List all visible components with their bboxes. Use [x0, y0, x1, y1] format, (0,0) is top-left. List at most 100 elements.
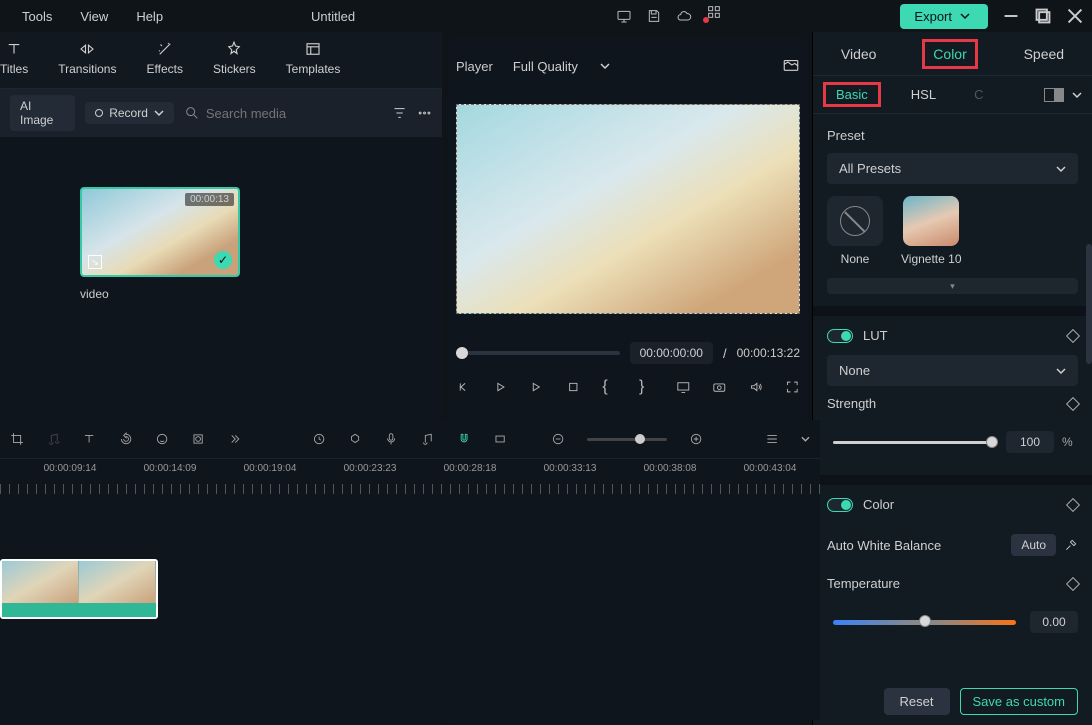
- mark-in-icon[interactable]: {: [602, 378, 617, 396]
- mark-out-icon[interactable]: }: [639, 378, 654, 396]
- temperature-slider[interactable]: [833, 620, 1016, 625]
- temperature-thumb[interactable]: [919, 615, 931, 627]
- record-button[interactable]: Record: [85, 102, 174, 124]
- tab-effects[interactable]: Effects: [146, 40, 182, 80]
- expand-presets[interactable]: ▾: [827, 278, 1078, 294]
- chevron-down-icon[interactable]: [801, 434, 810, 444]
- zoom-thumb[interactable]: [635, 434, 645, 444]
- filter-icon[interactable]: [392, 105, 407, 121]
- cloud-icon[interactable]: [676, 8, 692, 24]
- mic-icon[interactable]: [384, 431, 398, 447]
- temperature-label: Temperature: [827, 576, 900, 591]
- strength-slider[interactable]: [833, 441, 992, 444]
- eyedropper-icon[interactable]: [1064, 538, 1078, 552]
- preview-viewport[interactable]: [456, 104, 800, 314]
- display-icon[interactable]: [676, 378, 691, 396]
- color-toggle[interactable]: [827, 498, 853, 512]
- frame-icon[interactable]: [493, 431, 507, 447]
- rotate-icon[interactable]: [119, 431, 133, 447]
- tab-titles[interactable]: Titles: [0, 40, 28, 80]
- speed-icon[interactable]: [312, 431, 326, 447]
- tab-transitions[interactable]: Transitions: [58, 40, 116, 80]
- prev-frame-icon[interactable]: [456, 378, 471, 396]
- preset-none[interactable]: None: [827, 196, 883, 266]
- fullscreen-icon[interactable]: [785, 378, 800, 396]
- temperature-value[interactable]: 0.00: [1030, 611, 1078, 633]
- color-keyframe[interactable]: [1066, 497, 1080, 511]
- compare-toggle[interactable]: [1044, 88, 1064, 102]
- magnet-icon[interactable]: [457, 431, 471, 447]
- lut-keyframe[interactable]: [1066, 328, 1080, 342]
- titles-icon: [3, 40, 25, 58]
- search-input[interactable]: [206, 106, 382, 121]
- strength-thumb[interactable]: [986, 436, 998, 448]
- camera-icon[interactable]: [712, 378, 727, 396]
- ai-image-button[interactable]: AI Image: [10, 95, 75, 131]
- stop-icon[interactable]: [566, 378, 581, 396]
- playhead-thumb[interactable]: [456, 347, 468, 359]
- more-tools-icon[interactable]: [227, 431, 241, 447]
- tab-stickers[interactable]: Stickers: [213, 40, 256, 80]
- tab-speed[interactable]: Speed: [1014, 40, 1074, 68]
- zoom-in-icon[interactable]: [689, 431, 703, 447]
- auto-button[interactable]: Auto: [1011, 534, 1056, 556]
- subtab-hsl[interactable]: HSL: [903, 83, 944, 106]
- maximize-button[interactable]: [1034, 7, 1052, 25]
- grid-icon[interactable]: [706, 4, 722, 20]
- timeline-clip[interactable]: [0, 559, 158, 619]
- inspector-scrollbar[interactable]: [1086, 244, 1092, 364]
- crop-icon[interactable]: [10, 431, 24, 447]
- export-label: Export: [914, 9, 952, 24]
- zoom-slider[interactable]: [587, 438, 667, 441]
- current-time: 00:00:00:00: [630, 342, 713, 364]
- track-layout-icon[interactable]: [765, 431, 779, 447]
- close-button[interactable]: [1066, 7, 1084, 25]
- save-icon[interactable]: [646, 8, 662, 24]
- volume-icon[interactable]: [749, 378, 764, 396]
- transitions-icon: [76, 40, 98, 58]
- menu-help[interactable]: Help: [122, 5, 177, 28]
- strength-keyframe[interactable]: [1066, 396, 1080, 410]
- subtab-curves[interactable]: C: [966, 83, 991, 106]
- reset-button[interactable]: Reset: [884, 688, 950, 715]
- subtab-basic[interactable]: Basic: [823, 82, 881, 107]
- temperature-keyframe[interactable]: [1066, 576, 1080, 590]
- smiley-icon[interactable]: [155, 431, 169, 447]
- menu-tools[interactable]: Tools: [8, 5, 66, 28]
- play-all-icon[interactable]: [529, 378, 544, 396]
- monitor-icon[interactable]: [616, 8, 632, 24]
- add-to-timeline-icon[interactable]: ↘: [88, 255, 102, 269]
- mask-icon[interactable]: [191, 431, 205, 447]
- tab-video[interactable]: Video: [831, 40, 887, 68]
- save-custom-button[interactable]: Save as custom: [960, 688, 1079, 715]
- tab-templates[interactable]: Templates: [286, 40, 341, 80]
- timeline-ruler[interactable]: 00:00:09:14 00:00:14:09 00:00:19:04 00:0…: [0, 458, 820, 494]
- tab-color[interactable]: Color: [922, 39, 977, 69]
- media-clip[interactable]: 00:00:13 ↘ ✓ video: [80, 187, 240, 301]
- lut-dropdown[interactable]: None: [827, 355, 1078, 386]
- check-icon: ✓: [214, 251, 232, 269]
- quality-dropdown[interactable]: Full Quality: [513, 59, 610, 74]
- export-button[interactable]: Export: [900, 4, 988, 29]
- clip-name: video: [80, 287, 240, 301]
- playhead-track[interactable]: [456, 351, 620, 355]
- preset-dropdown[interactable]: All Presets: [827, 153, 1078, 184]
- ruler-marks: [0, 484, 820, 494]
- chevron-down-icon: [1056, 366, 1066, 376]
- play-icon[interactable]: [493, 378, 508, 396]
- chevron-down-icon[interactable]: [1072, 90, 1082, 100]
- ruler-tick: 00:00:19:04: [244, 463, 297, 474]
- timeline-tracks[interactable]: [0, 494, 820, 720]
- strength-value[interactable]: 100: [1006, 431, 1054, 453]
- tab-transitions-label: Transitions: [58, 62, 116, 76]
- text-icon[interactable]: [82, 431, 96, 447]
- minimize-button[interactable]: [1002, 7, 1020, 25]
- music-icon[interactable]: [420, 431, 434, 447]
- zoom-out-icon[interactable]: [551, 431, 565, 447]
- menu-view[interactable]: View: [66, 5, 122, 28]
- snapshot-icon[interactable]: [782, 56, 800, 74]
- more-icon[interactable]: [417, 105, 432, 121]
- marker-icon[interactable]: [348, 431, 362, 447]
- lut-toggle[interactable]: [827, 329, 853, 343]
- preset-vignette[interactable]: Vignette 10: [901, 196, 962, 266]
